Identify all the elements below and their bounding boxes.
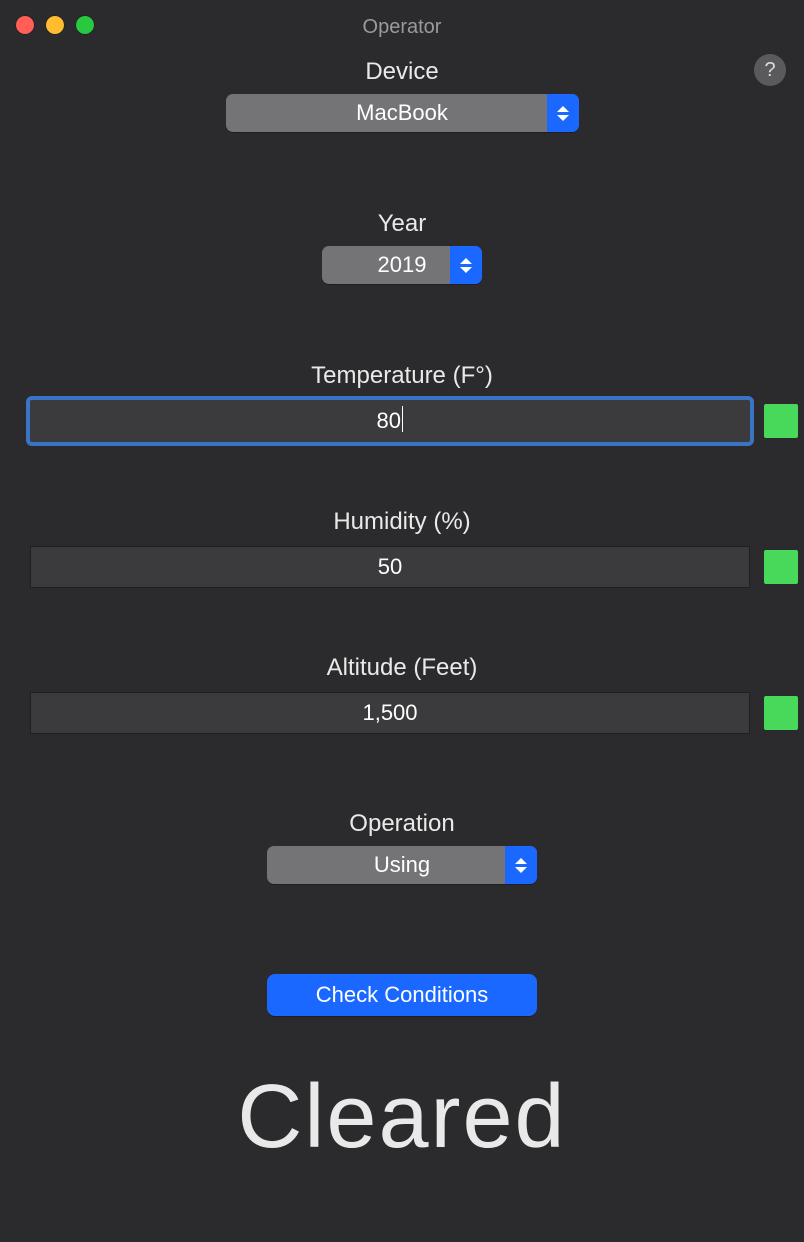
temperature-value: 80 [377, 408, 401, 434]
chevron-updown-icon [505, 846, 537, 884]
close-icon[interactable] [16, 16, 34, 34]
device-select[interactable]: MacBook [226, 94, 579, 132]
operation-label: Operation [349, 810, 454, 838]
operation-value: Using [374, 852, 430, 878]
chevron-updown-icon [547, 94, 579, 132]
temperature-status-indicator [764, 404, 798, 438]
humidity-group: Humidity (%) [30, 508, 774, 588]
altitude-status-indicator [764, 696, 798, 730]
temperature-label: Temperature (F°) [311, 362, 493, 390]
humidity-label: Humidity (%) [333, 508, 470, 536]
temperature-input[interactable]: 80 [30, 400, 750, 442]
content: Device MacBook Year 2019 Temperature (F°… [0, 58, 804, 1169]
altitude-input[interactable] [30, 692, 750, 734]
device-value: MacBook [356, 100, 448, 126]
year-group: Year 2019 [30, 210, 774, 284]
fullscreen-icon[interactable] [76, 16, 94, 34]
operation-select[interactable]: Using [267, 846, 537, 884]
humidity-input[interactable] [30, 546, 750, 588]
operation-group: Operation Using [30, 810, 774, 884]
question-icon: ? [764, 59, 775, 82]
titlebar: Operator [0, 0, 804, 54]
temperature-group: Temperature (F°) 80 [30, 362, 774, 442]
altitude-group: Altitude (Feet) [30, 654, 774, 734]
text-cursor-icon [402, 406, 404, 432]
temperature-row: 80 [30, 400, 774, 442]
altitude-row [30, 692, 774, 734]
device-label: Device [365, 58, 438, 86]
year-value: 2019 [378, 252, 427, 278]
action-group: Check Conditions [30, 884, 774, 1016]
minimize-icon[interactable] [46, 16, 64, 34]
result-text: Cleared [30, 1066, 774, 1169]
check-conditions-button[interactable]: Check Conditions [267, 974, 537, 1016]
humidity-status-indicator [764, 550, 798, 584]
humidity-row [30, 546, 774, 588]
window-controls [16, 16, 94, 34]
altitude-label: Altitude (Feet) [327, 654, 478, 682]
chevron-updown-icon [450, 246, 482, 284]
window-title: Operator [363, 16, 442, 39]
device-group: Device MacBook [30, 58, 774, 132]
year-label: Year [378, 210, 427, 238]
help-button[interactable]: ? [754, 54, 786, 86]
year-select[interactable]: 2019 [322, 246, 482, 284]
